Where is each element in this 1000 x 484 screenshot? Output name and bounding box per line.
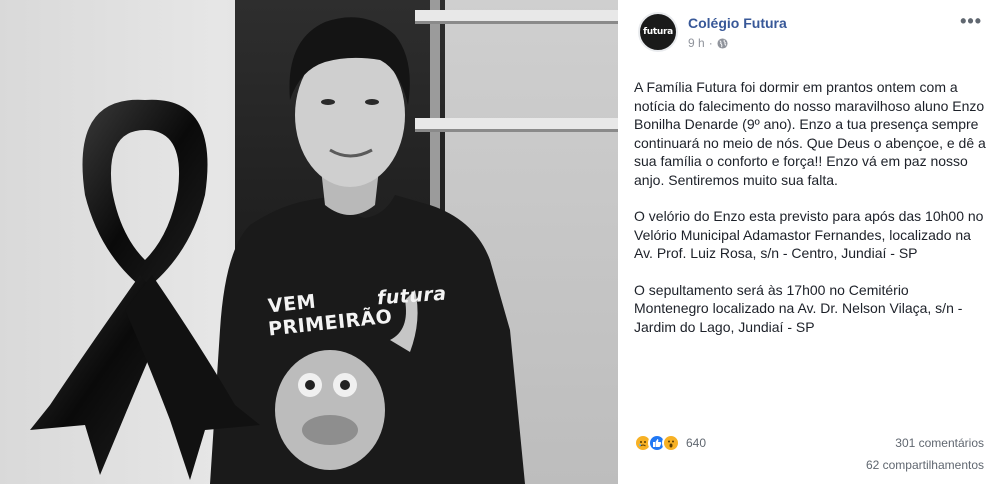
post-paragraph: O velório do Enzo esta previsto para apó… bbox=[634, 208, 984, 261]
comments-link[interactable]: 301 comentários bbox=[895, 436, 984, 450]
more-options-icon[interactable]: ••• bbox=[960, 12, 982, 30]
post-timestamp[interactable]: 9 h bbox=[688, 36, 705, 50]
meta-separator: · bbox=[708, 36, 713, 50]
post-paragraph: O sepultamento será às 17h00 no Cemitéri… bbox=[634, 281, 963, 335]
wow-reaction-icon bbox=[662, 434, 680, 452]
globe-icon bbox=[717, 37, 728, 49]
reaction-count: 640 bbox=[686, 436, 707, 450]
post-footer: 640 301 comentários 62 compartilhamentos bbox=[634, 432, 984, 476]
post-body: A Família Futura foi dormir em prantos o… bbox=[634, 78, 986, 354]
reactions-summary[interactable]: 640 bbox=[634, 434, 706, 452]
post-panel: futura Colégio Futura 9 h · ••• A Famíli… bbox=[618, 0, 1000, 484]
mourning-ribbon-icon bbox=[30, 99, 260, 480]
shares-link[interactable]: 62 compartilhamentos bbox=[866, 458, 984, 472]
post-header: futura Colégio Futura 9 h · ••• bbox=[638, 12, 988, 58]
post-photo[interactable]: VEM PRIMEIRÃO futura bbox=[0, 0, 618, 484]
page-name-link[interactable]: Colégio Futura bbox=[688, 15, 787, 31]
avatar-logo-text: futura bbox=[643, 27, 673, 37]
page-avatar[interactable]: futura bbox=[638, 12, 678, 52]
post-meta: 9 h · bbox=[688, 36, 728, 50]
post-paragraph: A Família Futura foi dormir em prantos o… bbox=[634, 79, 986, 188]
